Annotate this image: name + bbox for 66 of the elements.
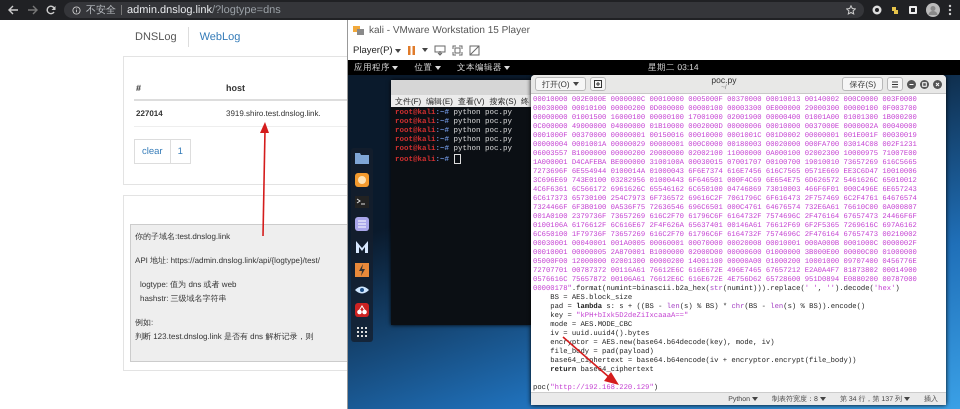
caret-icon <box>904 397 910 401</box>
terminal-icon[interactable] <box>355 196 369 208</box>
star-icon[interactable] <box>846 5 856 15</box>
caret-icon <box>422 48 428 52</box>
param-text: hashstr: 三级域名字符串 <box>139 293 228 304</box>
open-button[interactable]: 打开(O) <box>535 77 586 91</box>
security-label: 不安全 <box>86 4 116 17</box>
info-icon <box>72 6 81 14</box>
new-tab-button[interactable] <box>590 77 606 91</box>
reload-icon[interactable] <box>46 5 56 15</box>
cherry-icon[interactable] <box>355 303 369 317</box>
menu-button[interactable] <box>887 77 903 91</box>
vmware-logo-icon <box>353 24 365 36</box>
column-header: # <box>134 77 224 101</box>
caret-icon <box>392 66 398 70</box>
param-text: logtype: 值为 dns 或者 web <box>139 279 238 290</box>
nav-tab[interactable]: DNSLog <box>124 27 189 47</box>
address-bar[interactable]: 不安全 admin.dnslog.link/?logtype=dns <box>64 2 864 18</box>
nav-tab[interactable]: WebLog <box>188 27 252 47</box>
save-button[interactable]: 保存(S) <box>842 77 883 91</box>
clock-text: 星期二 03:14 <box>648 62 699 74</box>
caret-icon <box>434 66 441 70</box>
example-label: 例如: <box>135 317 154 328</box>
terminal-menu-item[interactable]: 查看(V) <box>458 96 485 106</box>
menu-icon <box>891 80 899 88</box>
terminal-menu-item[interactable]: 编辑(E) <box>426 96 453 106</box>
send-keys-icon[interactable] <box>434 44 446 56</box>
caret-icon <box>504 66 510 70</box>
pagination-button[interactable]: clear <box>134 139 171 164</box>
caret-icon <box>820 397 826 401</box>
pause-icon[interactable] <box>407 44 416 56</box>
new-document-icon <box>594 80 602 88</box>
avatar-icon[interactable] <box>926 3 940 17</box>
table-cell: 227014 <box>134 101 224 127</box>
window-title: kali - VMware Workstation 15 Player <box>369 24 530 36</box>
lightning-icon[interactable] <box>355 263 369 277</box>
top-menu[interactable]: 位置 <box>414 62 441 74</box>
caret-icon <box>395 48 402 52</box>
caret-icon <box>572 82 579 86</box>
folder-icon[interactable] <box>355 152 369 164</box>
document-title: poc.py <box>711 76 736 84</box>
top-menu[interactable]: 应用程序 <box>354 62 398 74</box>
api-text: API 地址: https://admin.dnslog.link/api/{logtype}/test/ <box>135 255 321 266</box>
notes-icon[interactable] <box>355 217 369 231</box>
terminal-menu-item[interactable]: 搜索(S) <box>490 96 516 106</box>
pagination-button[interactable]: 1 <box>170 139 191 164</box>
forward-icon[interactable] <box>27 5 38 15</box>
app-grid-icon[interactable] <box>356 326 368 338</box>
terminal-menu-item[interactable]: 文件(F) <box>395 96 422 106</box>
url-path: /?logtype=dns <box>212 4 281 16</box>
eye-icon[interactable] <box>355 286 369 294</box>
minimize-icon[interactable] <box>907 80 916 88</box>
caret-icon <box>752 396 758 400</box>
url-host: admin.dnslog.link <box>127 4 212 16</box>
back-icon[interactable] <box>8 5 19 15</box>
player-menu[interactable]: Player(P) <box>353 44 402 56</box>
browser-icon[interactable] <box>355 173 369 187</box>
terminal-menu-item[interactable]: 终 <box>521 96 530 106</box>
fullscreen-icon[interactable] <box>452 44 464 56</box>
example-text: 判断 123.test.dnslog.link 是否有 dns 解析记录，则 <box>135 331 314 342</box>
close-icon[interactable] <box>933 80 942 88</box>
subdomain-text: 你的子域名:test.dnslog.link <box>135 231 232 242</box>
menu-icon[interactable] <box>948 4 952 16</box>
top-menu[interactable]: 文本编辑器 <box>456 62 510 74</box>
maximize-icon[interactable] <box>920 80 929 88</box>
letter-m-icon[interactable] <box>355 240 369 254</box>
